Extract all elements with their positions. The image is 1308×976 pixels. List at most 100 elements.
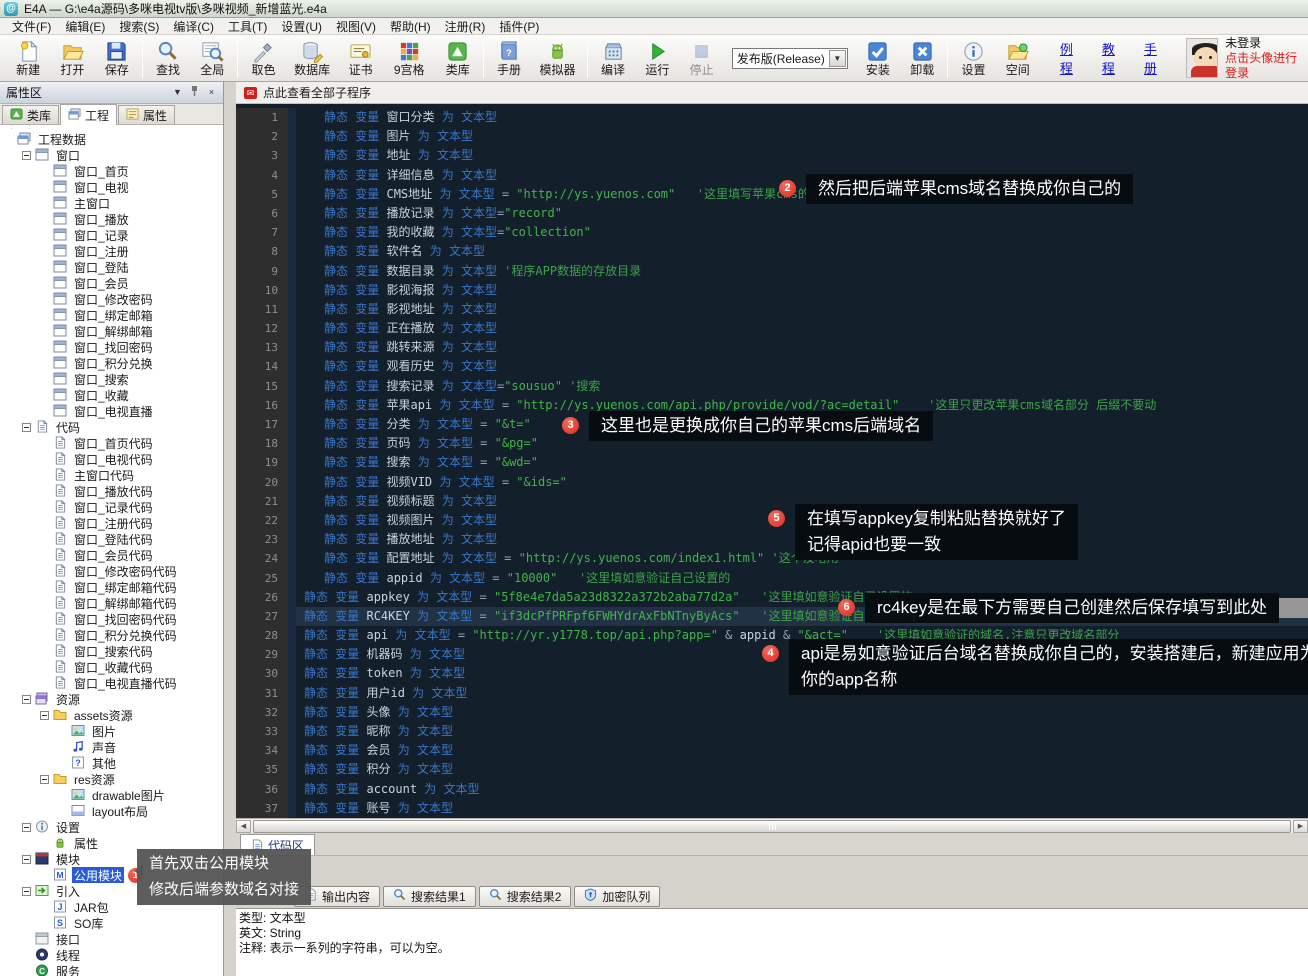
tree-expander[interactable] (40, 775, 49, 784)
panel-menu-button[interactable]: ▼ (170, 86, 185, 100)
database-button[interactable]: 数据库 (286, 37, 339, 80)
space-folder-button[interactable]: 空间 (996, 37, 1040, 80)
tree-item[interactable]: 声音 (0, 739, 223, 755)
tree-item[interactable]: SSO库 (0, 915, 223, 931)
tree-item[interactable]: C服务 (0, 963, 223, 976)
code-line-37[interactable]: 37静态 变量 账号 为 文本型 (236, 799, 1308, 818)
tree-expander[interactable] (40, 711, 49, 720)
tree-item[interactable]: 窗口_修改密码代码 (0, 563, 223, 579)
install-check-button[interactable]: 安装 (856, 37, 900, 80)
global-search-button[interactable]: 全局 (190, 37, 234, 80)
tree-item[interactable]: 线程 (0, 947, 223, 963)
tree-expander[interactable] (22, 855, 31, 864)
code-line-8[interactable]: 8静态 变量 软件名 为 文本型 (236, 242, 1308, 261)
code-line-15[interactable]: 15静态 变量 搜索记录 为 文本型="sousuo" '搜索 (236, 377, 1308, 396)
find-magnifier-button[interactable]: 查找 (146, 37, 190, 80)
code-line-20[interactable]: 20静态 变量 视频VID 为 文本型 = "&ids=" (236, 473, 1308, 492)
menu-item[interactable]: 文件(F) (6, 17, 57, 36)
tree-item[interactable]: 窗口_积分兑换 (0, 355, 223, 371)
scroll-left-arrow[interactable]: ◀ (236, 820, 251, 833)
login-hint[interactable]: 点击头像进行登录 (1225, 51, 1306, 81)
tree-item[interactable]: 接口 (0, 931, 223, 947)
tree-item[interactable]: 窗口_搜索代码 (0, 643, 223, 659)
menu-item[interactable]: 帮助(H) (384, 17, 437, 36)
tree-item[interactable]: 设置 (0, 819, 223, 835)
color-picker-button[interactable]: 取色 (241, 37, 285, 80)
tree-item[interactable]: 窗口_登陆代码 (0, 531, 223, 547)
tree-expander[interactable] (22, 695, 31, 704)
tab-搜索结果1[interactable]: 搜索结果1 (383, 886, 476, 907)
code-line-32[interactable]: 32静态 变量 头像 为 文本型 (236, 703, 1308, 722)
menu-item[interactable]: 编辑(E) (59, 17, 111, 36)
tree-expander[interactable] (22, 151, 31, 160)
tree-item[interactable]: 窗口_注册 (0, 243, 223, 259)
tree-expander[interactable] (22, 887, 31, 896)
code-line-3[interactable]: 3静态 变量 地址 为 文本型 (236, 146, 1308, 165)
tree-item[interactable]: 窗口_解绑邮箱代码 (0, 595, 223, 611)
tree-item[interactable]: 窗口_播放 (0, 211, 223, 227)
tab-搜索结果2[interactable]: 搜索结果2 (479, 886, 572, 907)
code-line-12[interactable]: 12静态 变量 正在播放 为 文本型 (236, 319, 1308, 338)
code-line-11[interactable]: 11静态 变量 影视地址 为 文本型 (236, 300, 1308, 319)
tree-item[interactable]: 窗口_会员代码 (0, 547, 223, 563)
link-2[interactable]: 手册 (1144, 39, 1164, 77)
tree-item[interactable]: 窗口 (0, 147, 223, 163)
code-line-7[interactable]: 7静态 变量 我的收藏 为 文本型="collection" (236, 223, 1308, 242)
tree-item[interactable]: 图片 (0, 723, 223, 739)
save-floppy-button[interactable]: 保存 (95, 37, 139, 80)
menu-item[interactable]: 插件(P) (493, 17, 545, 36)
code-line-36[interactable]: 36静态 变量 account 为 文本型 (236, 780, 1308, 799)
tree-item[interactable]: 窗口_会员 (0, 275, 223, 291)
tree-item[interactable]: 窗口_搜索 (0, 371, 223, 387)
tree-item[interactable]: 窗口_首页 (0, 163, 223, 179)
code-line-33[interactable]: 33静态 变量 昵称 为 文本型 (236, 722, 1308, 741)
panel-tab-属性[interactable]: 属性 (118, 105, 175, 124)
new-document-button[interactable]: 新建 (6, 37, 50, 80)
uninstall-x-button[interactable]: 卸载 (900, 37, 944, 80)
scroll-thumb[interactable] (253, 820, 1291, 833)
code-line-34[interactable]: 34静态 变量 会员 为 文本型 (236, 741, 1308, 760)
tree-item[interactable]: 窗口_记录 (0, 227, 223, 243)
tree-item[interactable]: 窗口_绑定邮箱 (0, 307, 223, 323)
tree-item[interactable]: 窗口_首页代码 (0, 435, 223, 451)
code-line-14[interactable]: 14静态 变量 观看历史 为 文本型 (236, 357, 1308, 376)
menu-item[interactable]: 注册(R) (439, 17, 492, 36)
tree-item[interactable]: 主窗口代码 (0, 467, 223, 483)
code-line-1[interactable]: 1静态 变量 窗口分类 为 文本型 (236, 108, 1308, 127)
tree-item[interactable]: 代码 (0, 419, 223, 435)
class-library-button[interactable]: 类库 (436, 37, 480, 80)
scroll-right-arrow[interactable]: ▶ (1293, 820, 1308, 833)
tree-item[interactable]: drawable图片 (0, 787, 223, 803)
panel-pin-button[interactable] (187, 86, 202, 100)
tree-item[interactable]: 窗口_绑定邮箱代码 (0, 579, 223, 595)
tree-item[interactable]: 资源 (0, 691, 223, 707)
tree-item[interactable]: 窗口_解绑邮箱 (0, 323, 223, 339)
tree-item[interactable]: 工程数据 (0, 131, 223, 147)
code-line-4[interactable]: 4静态 变量 详细信息 为 文本型 (236, 166, 1308, 185)
menu-item[interactable]: 视图(V) (330, 17, 382, 36)
menu-item[interactable]: 工具(T) (222, 17, 273, 36)
tree-item[interactable]: 窗口_收藏代码 (0, 659, 223, 675)
link-1[interactable]: 教程 (1102, 39, 1122, 77)
tree-item[interactable]: 窗口_记录代码 (0, 499, 223, 515)
tree-item[interactable]: 窗口_电视直播代码 (0, 675, 223, 691)
tree-item[interactable]: 主窗口 (0, 195, 223, 211)
tree-item[interactable]: 窗口_电视代码 (0, 451, 223, 467)
menu-item[interactable]: 设置(U) (275, 17, 328, 36)
tree-item[interactable]: res资源 (0, 771, 223, 787)
tree-item[interactable]: 窗口_电视 (0, 179, 223, 195)
tree-item[interactable]: 窗口_登陆 (0, 259, 223, 275)
tree-item[interactable]: 窗口_注册代码 (0, 515, 223, 531)
panel-splitter[interactable] (224, 82, 236, 976)
tree-item[interactable]: 窗口_找回密码 (0, 339, 223, 355)
tree-item[interactable]: 窗口_播放代码 (0, 483, 223, 499)
tab-加密队列[interactable]: 加密队列 (574, 886, 660, 907)
grid9-button[interactable]: 9宫格 (383, 37, 436, 80)
link-0[interactable]: 例程 (1060, 39, 1080, 77)
code-line-6[interactable]: 6静态 变量 播放记录 为 文本型="record" (236, 204, 1308, 223)
open-folder-button[interactable]: 打开 (50, 37, 94, 80)
manual-book-button[interactable]: ?手册 (487, 37, 531, 80)
code-line-35[interactable]: 35静态 变量 积分 为 文本型 (236, 760, 1308, 779)
panel-tab-类库[interactable]: 类库 (2, 105, 59, 124)
tree-item[interactable]: assets资源 (0, 707, 223, 723)
